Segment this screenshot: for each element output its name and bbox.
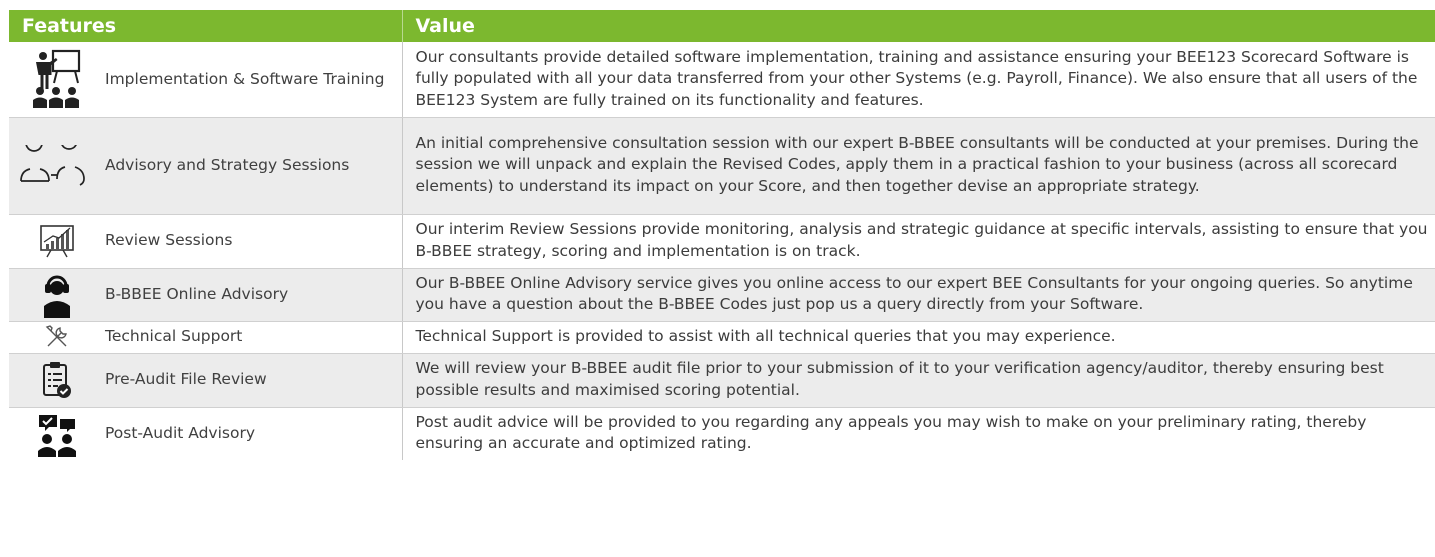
feature-cell: Post-Audit Advisory (9, 407, 403, 460)
value-header: Value (402, 10, 1435, 42)
feature-label: Advisory and Strategy Sessions (105, 155, 350, 174)
value-cell: Our B-BBEE Online Advisory service gives… (402, 268, 1435, 322)
feature-cell: Review Sessions (9, 214, 403, 269)
feature-cell: Technical Support (9, 321, 403, 354)
feature-cell: Advisory and Strategy Sessions (9, 117, 403, 215)
headset-agent-icon (9, 272, 105, 318)
table-row: Technical Support Technical Support is p… (9, 321, 1435, 354)
table-row: Implementation & Software Training Our c… (9, 42, 1435, 118)
table-row: Advisory and Strategy Sessions An initia… (9, 117, 1435, 215)
value-text: Post audit advice will be provided to yo… (415, 412, 1367, 453)
value-cell: Our consultants provide detailed softwar… (402, 42, 1435, 118)
feature-label: B-BBEE Online Advisory (105, 284, 289, 303)
services-table: Features Value Implementation & Software… (9, 10, 1435, 460)
value-cell: Our interim Review Sessions provide moni… (402, 214, 1435, 269)
clipboard-check-icon (9, 361, 105, 399)
value-cell: Post audit advice will be provided to yo… (402, 407, 1435, 460)
growth-chart-board-icon (9, 224, 105, 258)
wrench-screwdriver-icon (9, 324, 105, 350)
table-row: Review Sessions Our interim Review Sessi… (9, 214, 1435, 269)
feature-label: Implementation & Software Training (105, 69, 385, 88)
feature-cell: Implementation & Software Training (9, 42, 403, 118)
feature-label: Pre-Audit File Review (105, 370, 267, 389)
value-text: Our B-BBEE Online Advisory service gives… (415, 273, 1413, 314)
value-cell: We will review your B-BBEE audit file pr… (402, 353, 1435, 408)
feature-label: Technical Support (105, 327, 243, 346)
feature-label: Post-Audit Advisory (105, 424, 256, 442)
value-text: Our consultants provide detailed softwar… (415, 47, 1418, 109)
feature-label: Review Sessions (105, 231, 233, 250)
value-text: An initial comprehensive consultation se… (415, 133, 1419, 195)
value-text: Technical Support is provided to assist … (415, 326, 1116, 345)
value-cell: Technical Support is provided to assist … (402, 321, 1435, 354)
table-row: B-BBEE Online Advisory Our B-BBEE Online… (9, 268, 1435, 322)
table-row: Post-Audit Advisory Post audit advice wi… (9, 407, 1435, 460)
features-header: Features (9, 10, 403, 42)
presentation-trainer-icon (9, 49, 105, 109)
feature-cell: B-BBEE Online Advisory (9, 268, 403, 322)
value-cell: An initial comprehensive consultation se… (402, 117, 1435, 215)
two-people-outline-icon (9, 144, 105, 187)
header-row: Features Value (9, 10, 1435, 42)
value-text: Our interim Review Sessions provide moni… (415, 220, 1428, 260)
people-speech-icon (9, 411, 105, 457)
feature-cell: Pre-Audit File Review (9, 353, 403, 408)
table-row: Pre-Audit File Review We will review you… (9, 353, 1435, 408)
value-text: We will review your B-BBEE audit file pr… (415, 359, 1384, 399)
